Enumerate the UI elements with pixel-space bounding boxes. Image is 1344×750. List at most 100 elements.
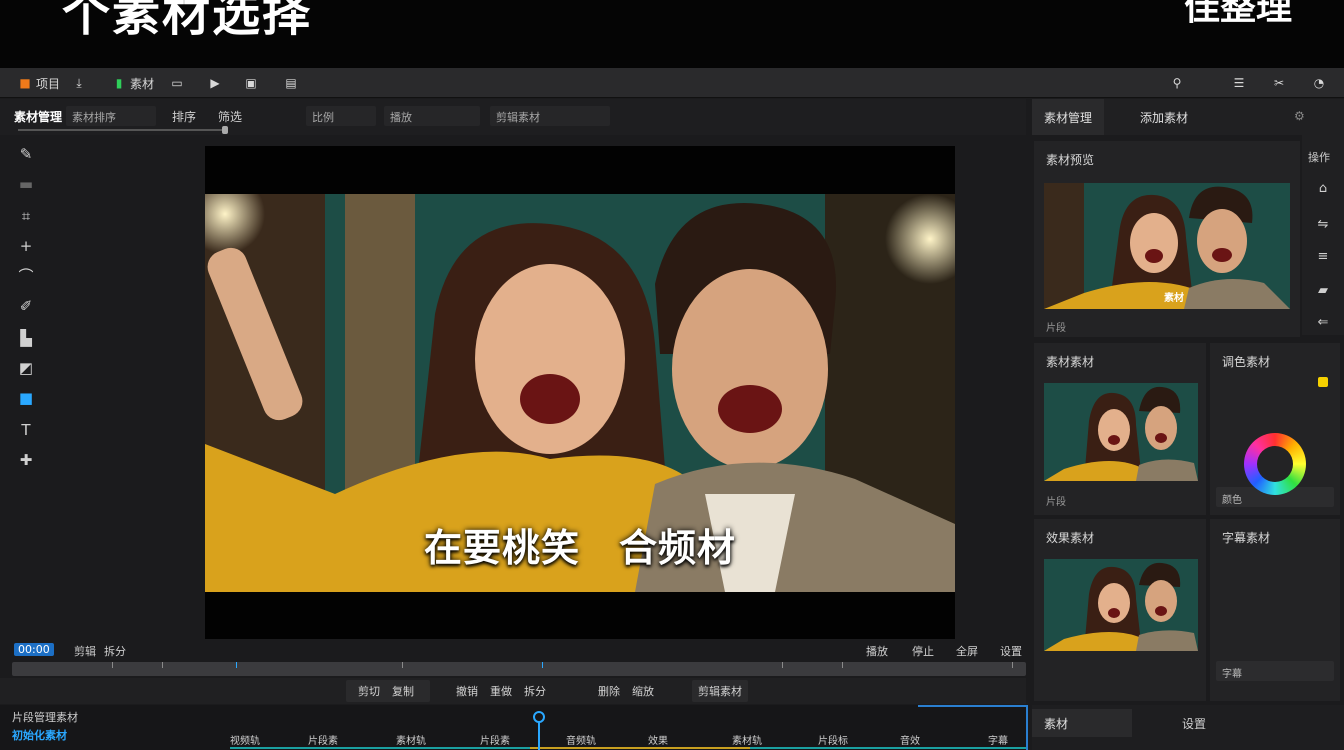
color-wheel[interactable] (1244, 433, 1306, 495)
subtitle-field[interactable]: 字幕 (1216, 661, 1334, 681)
right-panel: 素材管理 添加素材 ⚙ 素材预览 素材 片段 操作 ⌂ ⇋ ≡ ▰ ⇐ 素材素材… (1032, 99, 1344, 750)
undo-button[interactable]: 撤销 (456, 683, 478, 699)
menu-import[interactable]: ⤓ (72, 74, 86, 92)
tool-palette: ✎ ▬ ⌗ + ⌒ ✐ ▙ ◩ ■ T ✚ (0, 135, 52, 535)
right-panel-bottom-tabs: 素材 设置 (1032, 705, 1344, 750)
tab-bottom-settings[interactable]: 设置 (1182, 715, 1206, 732)
timeline-clip[interactable]: 视频轨 (230, 732, 260, 747)
effect-thumbnail[interactable] (1044, 559, 1198, 651)
audio-track-bar (530, 747, 750, 749)
media-subbar: 素材管理 素材排序 排序 筛选 比例 播放 剪辑素材 (0, 99, 1026, 135)
transport-bar: 00:00 剪辑 拆分 播放 停止 全屏 设置 (0, 640, 1026, 662)
pen-icon[interactable]: ✎ (14, 143, 38, 165)
help-button[interactable]: ◔ (1312, 74, 1326, 92)
stamp-icon[interactable]: ▙ (14, 327, 38, 349)
eraser-icon[interactable]: ▬ (14, 173, 38, 195)
share-icon: ⚲ (1172, 76, 1182, 90)
copy-button[interactable]: 复制 (392, 683, 414, 699)
camera-icon[interactable]: ■ (14, 387, 38, 409)
media-section: 素材素材 片段 (1034, 343, 1206, 515)
menu-button[interactable]: ☰ (1232, 74, 1246, 92)
timeline-clip[interactable]: 片段素 (480, 732, 510, 747)
effects-icon: ▶ (210, 76, 220, 90)
settings-button[interactable]: 设置 (1000, 643, 1022, 659)
zoom-slider-handle[interactable] (222, 126, 228, 134)
panel-settings-icon[interactable]: ⚙ (1294, 109, 1305, 123)
menu-filter[interactable]: ▣ (244, 74, 258, 92)
timeline-track[interactable]: 视频轨 片段素 素材轨 片段素 音频轨 效果 素材轨 片段标 音效 字幕 (230, 729, 1026, 750)
preview-section-title: 素材预览 (1046, 153, 1095, 167)
subtitle-section-title: 字幕素材 (1222, 531, 1271, 545)
home-icon[interactable]: ⌂ (1314, 181, 1332, 199)
menu-project[interactable]: ■ 项目 (18, 74, 60, 92)
banner-title: 个素材选择 (62, 0, 313, 42)
timeline-clip[interactable]: 片段标 (818, 732, 848, 747)
sort-field[interactable]: 素材排序 (66, 106, 156, 126)
side-tool-column: 操作 ⌂ ⇋ ≡ ▰ ⇐ (1302, 135, 1344, 335)
align-icon[interactable]: ≡ (1314, 249, 1332, 267)
stop-button[interactable]: 停止 (912, 643, 934, 659)
media-section-title: 素材素材 (1046, 355, 1095, 369)
timeline-clip[interactable]: 片段素 (308, 732, 338, 747)
play-button[interactable]: 播放 (866, 643, 888, 659)
media-thumbnail[interactable] (1044, 383, 1198, 481)
timeline[interactable]: 片段管理素材 初始化素材 视频轨 片段素 素材轨 片段素 音频轨 效果 素材轨 … (0, 705, 1026, 750)
edit-label[interactable]: 剪辑 (74, 643, 96, 659)
media-manager-title: 素材管理 (14, 110, 63, 124)
help-icon: ◔ (1313, 76, 1325, 90)
sort-label[interactable]: 排序 (172, 108, 196, 125)
fullscreen-button[interactable]: 全屏 (956, 643, 978, 659)
timecode: 00:00 (14, 643, 54, 656)
color-wheel-center (1257, 446, 1293, 482)
preview-viewer[interactable]: 在要桃笑 合频材 (205, 146, 955, 639)
edit-media-button[interactable]: 剪辑素材 (698, 683, 742, 699)
share-button[interactable]: ⚲ (1170, 74, 1184, 92)
edit-toolbar: 剪切 复制 撤销 重做 拆分 删除 缩放 剪辑素材 (0, 678, 1026, 704)
color-swatch[interactable] (1318, 377, 1328, 387)
timeline-clip[interactable]: 效果 (648, 732, 668, 747)
mask-icon[interactable]: ◩ (14, 357, 38, 379)
timeline-clip[interactable]: 音频轨 (566, 732, 596, 747)
back-icon[interactable]: ⇐ (1314, 315, 1332, 333)
menu-export[interactable]: ▤ (284, 74, 298, 92)
scrub-bar[interactable] (12, 662, 1026, 676)
adjust-icon[interactable]: ⇋ (1314, 217, 1332, 235)
add-icon[interactable]: + (14, 235, 38, 257)
filter-label[interactable]: 筛选 (218, 108, 242, 125)
split-button[interactable]: 拆分 (524, 683, 546, 699)
zoom-button[interactable]: 缩放 (632, 683, 654, 699)
menu-icon: ☰ (1233, 76, 1245, 90)
menu-media[interactable]: ▮ 素材 (112, 74, 154, 92)
timeline-clip[interactable]: 音效 (900, 732, 920, 747)
scrub-marker (236, 662, 237, 668)
delete-button[interactable]: 删除 (598, 683, 620, 699)
media-icon: ▮ (115, 76, 123, 90)
preview-section: 素材预览 素材 片段 (1034, 141, 1300, 337)
sticker-icon[interactable]: ✚ (14, 449, 38, 471)
layers-icon[interactable]: ▰ (1314, 283, 1332, 301)
preview-thumbnail[interactable]: 素材 (1044, 183, 1290, 309)
crop-icon[interactable]: ⌗ (14, 205, 38, 227)
timeline-clip[interactable]: 素材轨 (732, 732, 762, 747)
tab-media-manager[interactable]: 素材管理 (1032, 99, 1105, 135)
trim-button[interactable]: ✂ (1272, 74, 1286, 92)
tab-add-media[interactable]: 添加素材 (1140, 109, 1188, 126)
timeline-clip[interactable]: 素材轨 (396, 732, 426, 747)
cut-button[interactable]: 剪切 (358, 683, 380, 699)
play-field[interactable]: 播放 (384, 106, 480, 126)
tab-bottom-media[interactable]: 素材 (1032, 709, 1132, 737)
curve-icon[interactable]: ⌒ (14, 265, 38, 287)
menu-preview[interactable]: ▭ (170, 74, 184, 92)
text-icon[interactable]: T (14, 419, 38, 441)
edit-media-field[interactable]: 剪辑素材 (490, 106, 610, 126)
effect-thumb-image (1044, 559, 1198, 651)
redo-button[interactable]: 重做 (490, 683, 512, 699)
ratio-field[interactable]: 比例 (306, 106, 376, 126)
timeline-selection-box[interactable] (918, 705, 1028, 750)
brush-icon[interactable]: ✐ (14, 295, 38, 317)
menu-effects[interactable]: ▶ (208, 74, 222, 92)
split-label[interactable]: 拆分 (104, 643, 126, 659)
timeline-subtitle[interactable]: 初始化素材 (12, 727, 67, 743)
playhead-handle[interactable] (533, 711, 545, 723)
zoom-slider[interactable] (18, 129, 228, 131)
